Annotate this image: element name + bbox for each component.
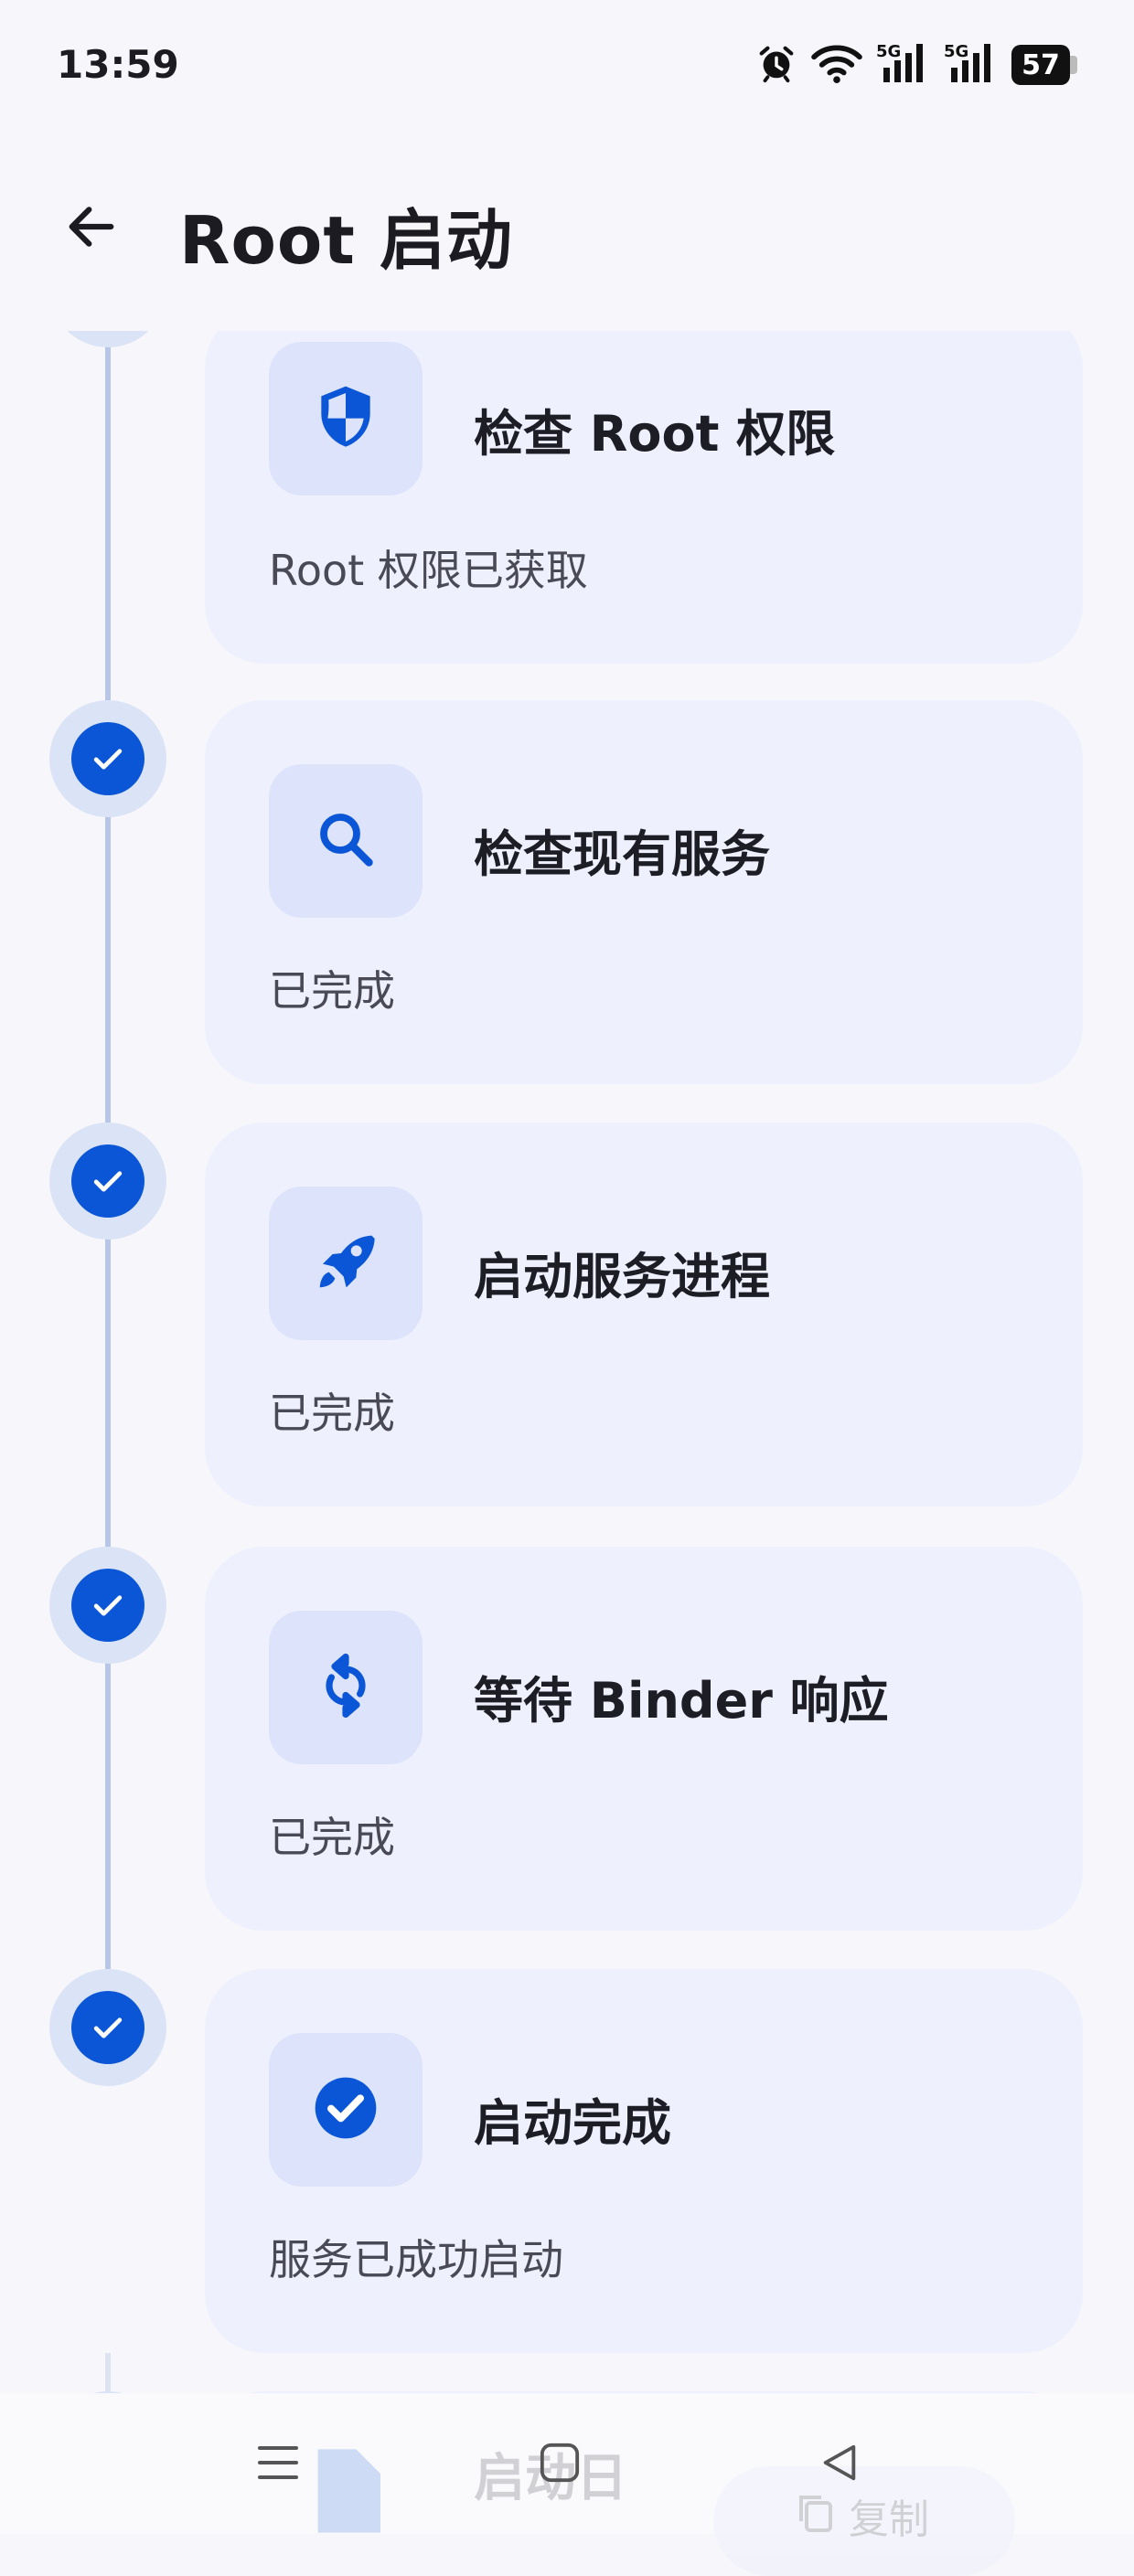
step-card: 检查 Root 权限 Root 权限已获取 [205, 331, 1083, 664]
nav-back-button[interactable] [796, 2421, 883, 2508]
rocket-icon [309, 1225, 382, 1302]
step-status-node [49, 1123, 166, 1240]
step-title: 检查 Root 权限 [474, 405, 836, 463]
step-card: 检查现有服务 已完成 [205, 700, 1083, 1084]
system-nav-bar: 启动日 复制 [0, 2393, 1134, 2576]
status-time: 13:59 [57, 42, 179, 87]
step-icon-box [269, 2033, 423, 2187]
alarm-icon [755, 42, 797, 88]
page-title: Root 启动 [179, 202, 513, 279]
step-icon-box [269, 1187, 423, 1340]
step-timeline[interactable]: 检查 Root 权限 Root 权限已获取 检查现有服务 已完成 启动服务进程 … [0, 331, 1134, 2395]
step-description: 已完成 [269, 966, 395, 1016]
status-bar: 13:59 5G 5G 57 [0, 0, 1134, 128]
nav-menu-button[interactable] [234, 2421, 322, 2508]
search-icon [313, 806, 379, 876]
menu-icon [256, 2443, 300, 2486]
nav-home-button[interactable] [516, 2421, 604, 2508]
timeline-connector [105, 812, 111, 1123]
timeline-connector [105, 2353, 111, 2395]
triangle-back-icon [818, 2442, 861, 2487]
step-card: 启动完成 服务已成功启动 [205, 1969, 1083, 2353]
step-title: 等待 Binder 响应 [474, 1672, 889, 1730]
sync-icon [313, 1653, 379, 1722]
step-title: 启动完成 [474, 2094, 671, 2152]
step-icon-box [269, 1611, 423, 1764]
check-icon [71, 722, 144, 795]
arrow-back-icon [62, 197, 121, 260]
check-icon [71, 1569, 144, 1642]
step-icon-box [269, 764, 423, 918]
check-circle-icon [309, 2071, 382, 2148]
timeline-connector [105, 1234, 111, 1547]
step-title: 检查现有服务 [474, 825, 770, 883]
signal-5g-icon: 5G [876, 40, 931, 90]
step-description: 已完成 [269, 1389, 395, 1438]
step-card: 启动服务进程 已完成 [205, 1123, 1083, 1506]
home-icon [539, 2442, 581, 2487]
svg-text:5G: 5G [876, 42, 901, 61]
step-description: 已完成 [269, 1813, 395, 1862]
step-description: Root 权限已获取 [269, 546, 588, 595]
battery-level: 57 [1011, 45, 1070, 85]
timeline-connector [105, 1658, 111, 1969]
app-bar: Root 启动 [0, 146, 1134, 311]
check-icon [71, 1991, 144, 2064]
timeline-connector [105, 331, 111, 700]
step-icon-box [269, 342, 423, 495]
step-description: 服务已成功启动 [269, 2235, 563, 2284]
step-status-node [49, 1969, 166, 2086]
wifi-icon [810, 42, 863, 88]
check-icon [71, 1144, 144, 1218]
back-button[interactable] [46, 183, 137, 274]
step-title: 启动服务进程 [474, 1248, 770, 1305]
status-icons: 5G 5G 57 [755, 40, 1077, 90]
step-status-node [49, 331, 166, 347]
shield-icon [309, 380, 382, 457]
svg-text:5G: 5G [944, 42, 968, 61]
step-card: 等待 Binder 响应 已完成 [205, 1547, 1083, 1931]
step-status-node [49, 1547, 166, 1664]
signal-5g-icon: 5G [944, 40, 999, 90]
step-status-node [49, 700, 166, 817]
battery-icon: 57 [1011, 45, 1077, 85]
